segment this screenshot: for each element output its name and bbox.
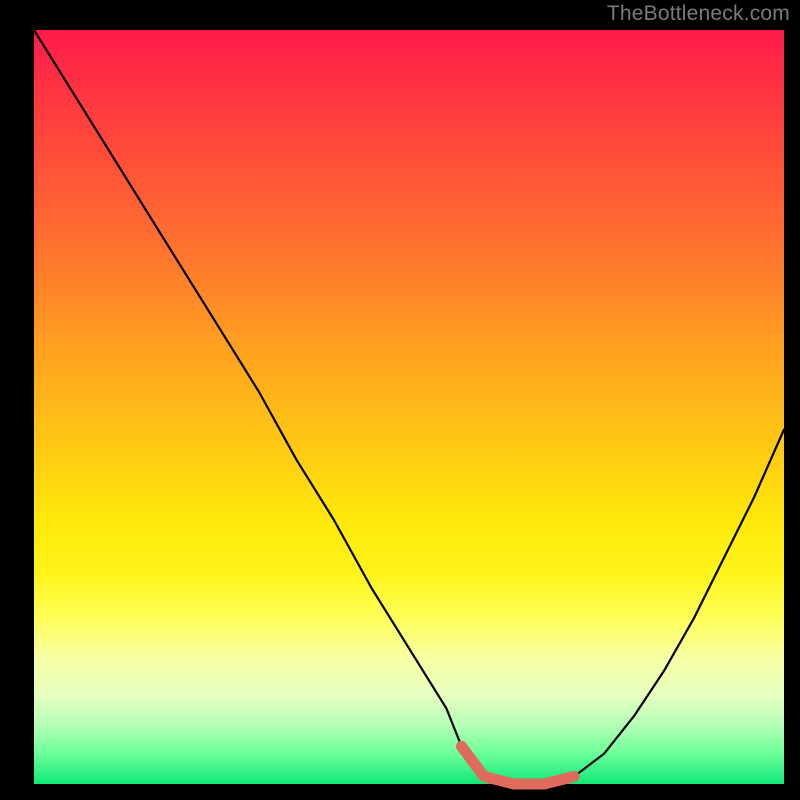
main-curve <box>34 30 784 784</box>
highlight-segment <box>462 746 575 784</box>
curve-layer <box>34 30 784 784</box>
chart-frame: TheBottleneck.com <box>0 0 800 800</box>
plot-area <box>34 30 784 784</box>
watermark-text: TheBottleneck.com <box>607 2 790 26</box>
